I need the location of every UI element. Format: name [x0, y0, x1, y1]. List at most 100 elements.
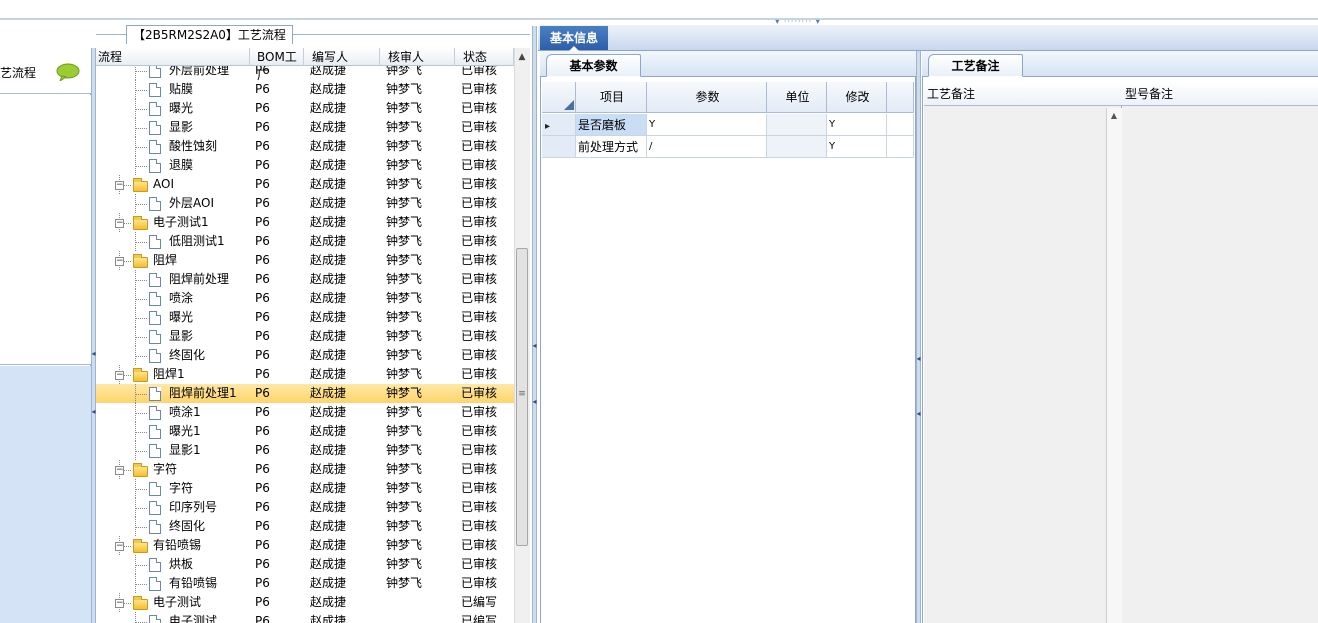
tree-item-row[interactable]: 电子测试 P6 赵成捷 已编写 [96, 612, 514, 623]
document-icon [149, 558, 161, 572]
tree-item-row[interactable]: 外层AOI P6 赵成捷 钟梦飞 已审核 [96, 194, 514, 213]
tree-connector-line [135, 451, 147, 452]
collapse-node-icon[interactable]: − [115, 466, 124, 475]
unit-cell[interactable] [767, 114, 827, 136]
tree-item-row[interactable]: 退膜 P6 赵成捷 钟梦飞 已审核 [96, 156, 514, 175]
current-row-indicator-icon: ▸ [545, 121, 551, 132]
status-cell: 已编写 [461, 595, 498, 609]
collapse-node-icon[interactable]: − [115, 371, 124, 380]
right-splitter[interactable] [916, 51, 921, 623]
scroll-up-arrow-icon[interactable]: ▲ [514, 50, 530, 64]
status-cell: 已审核 [461, 120, 498, 134]
column-header-status[interactable]: 状态 [455, 48, 514, 66]
tree-connector-line [135, 90, 147, 91]
tree-item-row[interactable]: 喷涂1 P6 赵成捷 钟梦飞 已审核 [96, 403, 514, 422]
tree-item-row[interactable]: 曝光 P6 赵成捷 钟梦飞 已审核 [96, 308, 514, 327]
tree-connector-line [135, 356, 147, 357]
param-cell[interactable]: Y [647, 114, 767, 136]
tree-connector-line [135, 166, 147, 167]
column-header-item[interactable]: 项目 [576, 82, 647, 113]
modify-cell[interactable]: Y [827, 136, 887, 158]
tree-item-row[interactable]: 烘板 P6 赵成捷 钟梦飞 已审核 [96, 555, 514, 574]
notes-scroll-up-arrow-icon[interactable]: ▲ [1108, 110, 1120, 122]
tree-item-row[interactable]: 有铅喷锡 P6 赵成捷 钟梦飞 已审核 [96, 574, 514, 593]
document-icon [149, 615, 161, 623]
author-cell: 赵成捷 [310, 348, 347, 362]
collapse-right-arrow-icon[interactable]: ◂ [916, 355, 921, 363]
reviewer-cell: 钟梦飞 [386, 196, 423, 210]
tree-folder-row[interactable]: − 电子测试 P6 赵成捷 已编写 [96, 593, 514, 612]
collapse-node-icon[interactable]: − [115, 599, 124, 608]
column-header-reviewer[interactable]: 核审人 [380, 48, 455, 66]
tree-folder-row[interactable]: − 阻焊 P6 赵成捷 钟梦飞 已审核 [96, 251, 514, 270]
tree-item-row[interactable]: 酸性蚀刻 P6 赵成捷 钟梦飞 已审核 [96, 137, 514, 156]
tree-item-row[interactable]: 显影1 P6 赵成捷 钟梦飞 已审核 [96, 441, 514, 460]
column-header-bom-factory[interactable]: BOM工厂 [250, 48, 304, 82]
tab-basic-params[interactable]: 基本参数 [546, 54, 641, 77]
column-header-param[interactable]: 参数 [647, 82, 767, 113]
collapse-node-icon[interactable]: − [115, 257, 124, 266]
modify-cell[interactable]: Y [827, 114, 887, 136]
item-cell[interactable]: 前处理方式 [576, 136, 647, 158]
item-cell[interactable]: 是否磨板 [576, 114, 647, 136]
tree-folder-row[interactable]: − 阻焊1 P6 赵成捷 钟梦飞 已审核 [96, 365, 514, 384]
notes-scrollbar[interactable] [1106, 108, 1122, 623]
document-icon [149, 197, 161, 211]
tree-item-row[interactable]: 喷涂 P6 赵成捷 钟梦飞 已审核 [96, 289, 514, 308]
tree-item-row[interactable]: 阻焊前处理1 P6 赵成捷 钟梦飞 已审核 [96, 384, 514, 403]
author-cell: 赵成捷 [310, 538, 347, 552]
tab-process-notes[interactable]: 工艺备注 [928, 54, 1023, 77]
tree-item-row[interactable]: 终固化 P6 赵成捷 钟梦飞 已审核 [96, 346, 514, 365]
bom-factory-cell: P6 [255, 215, 270, 229]
process-notes-textarea[interactable] [924, 82, 1122, 623]
column-header-unit[interactable]: 单位 [767, 82, 827, 113]
param-cell[interactable]: / [647, 136, 767, 158]
unit-cell[interactable] [767, 136, 827, 158]
tree-folder-row[interactable]: − 字符 P6 赵成捷 钟梦飞 已审核 [96, 460, 514, 479]
collapse-node-icon[interactable]: − [115, 219, 124, 228]
tree-item-row[interactable]: 印序列号 P6 赵成捷 钟梦飞 已审核 [96, 498, 514, 517]
tree-item-row[interactable]: 曝光1 P6 赵成捷 钟梦飞 已审核 [96, 422, 514, 441]
status-cell: 已审核 [461, 443, 498, 457]
tree-item-row[interactable]: 贴膜 P6 赵成捷 钟梦飞 已审核 [96, 80, 514, 99]
folder-icon [133, 178, 148, 192]
column-header-author[interactable]: 编写人 [304, 48, 380, 66]
status-cell: 已审核 [461, 424, 498, 438]
middle-splitter[interactable] [532, 26, 537, 623]
model-notes-textarea[interactable] [1122, 82, 1318, 623]
tree-folder-row[interactable]: − 有铅喷锡 P6 赵成捷 钟梦飞 已审核 [96, 536, 514, 555]
document-icon [149, 330, 161, 344]
reviewer-cell: 钟梦飞 [386, 519, 423, 533]
tree-grid-header: 流程 BOM工厂 编写人 核审人 状态 [96, 48, 514, 82]
document-icon [149, 235, 161, 249]
tree-connector-line [135, 508, 147, 509]
collapse-middle-arrow-icon-2[interactable]: ◂ [532, 398, 537, 406]
column-header-modify[interactable]: 修改 [827, 82, 887, 113]
tree-item-row[interactable]: 显影 P6 赵成捷 钟梦飞 已审核 [96, 118, 514, 137]
tree-item-row[interactable]: 阻焊前处理 P6 赵成捷 钟梦飞 已审核 [96, 270, 514, 289]
filler-cell [887, 114, 914, 136]
select-all-corner-icon[interactable] [564, 100, 574, 110]
collapse-node-icon[interactable]: − [115, 181, 124, 190]
collapse-node-icon[interactable]: − [115, 542, 124, 551]
tree-item-row[interactable]: 外层前处理 P6 赵成捷 钟梦飞 已审核 [96, 66, 514, 80]
author-cell: 赵成捷 [310, 101, 347, 115]
bom-factory-cell: P6 [255, 120, 270, 134]
tree-item-row[interactable]: 字符 P6 赵成捷 钟梦飞 已审核 [96, 479, 514, 498]
collapse-right-arrow-icon-2[interactable]: ◂ [916, 410, 921, 418]
tab-basic-info[interactable]: 基本信息 [540, 26, 608, 51]
folder-icon [133, 596, 148, 610]
document-icon [149, 387, 161, 401]
tree-connector-line [135, 318, 147, 319]
chat-bubble-icon[interactable] [56, 63, 80, 83]
document-icon [149, 444, 161, 458]
tree-folder-row[interactable]: − AOI P6 赵成捷 钟梦飞 已审核 [96, 175, 514, 194]
status-cell: 已审核 [461, 405, 498, 419]
tree-folder-row[interactable]: − 电子测试1 P6 赵成捷 钟梦飞 已审核 [96, 213, 514, 232]
tree-item-row[interactable]: 终固化 P6 赵成捷 钟梦飞 已审核 [96, 517, 514, 536]
column-header-process[interactable]: 流程 [96, 48, 250, 66]
tree-item-row[interactable]: 低阻测试1 P6 赵成捷 钟梦飞 已审核 [96, 232, 514, 251]
collapse-middle-arrow-icon[interactable]: ◂ [532, 342, 537, 350]
tree-item-row[interactable]: 显影 P6 赵成捷 钟梦飞 已审核 [96, 327, 514, 346]
tree-item-row[interactable]: 曝光 P6 赵成捷 钟梦飞 已审核 [96, 99, 514, 118]
